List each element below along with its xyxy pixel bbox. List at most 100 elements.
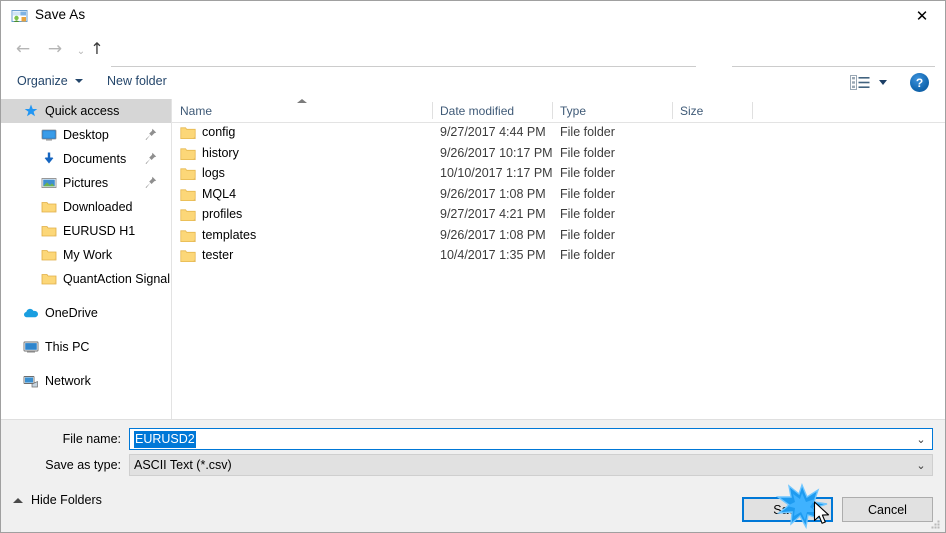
save-button[interactable]: Save [742, 497, 833, 522]
title-bar: Save As ✕ [1, 1, 945, 31]
cell-type: File folder [560, 248, 615, 262]
this-pc-icon [23, 341, 39, 353]
folder-icon-wrap [41, 223, 57, 239]
pictures-icon-wrap [41, 175, 57, 191]
sidebar-item-quick-access[interactable]: Quick access [1, 99, 171, 123]
close-icon: ✕ [915, 6, 929, 25]
content-area: Quick access Desktop Documents Pictures Down… [1, 99, 945, 419]
file-name-input[interactable]: EURUSD2 ⌄ [129, 428, 933, 450]
back-button[interactable]: ← [13, 39, 33, 59]
save-as-type-value: ASCII Text (*.csv) [134, 458, 232, 472]
sidebar-group-spacer [1, 325, 171, 335]
chevron-down-icon: ⌄ [76, 46, 86, 57]
sidebar-item-desktop[interactable]: Desktop [1, 123, 171, 147]
pin-icon[interactable] [145, 152, 157, 165]
save-as-type-select[interactable]: ASCII Text (*.csv) ⌄ [129, 454, 933, 476]
cell-date: 9/27/2017 4:44 PM [440, 125, 546, 139]
cell-name: logs [202, 166, 225, 180]
documents-icon [44, 152, 54, 164]
navigation-bar: ← → ⌄ ↑ «❯Roaming❯MetaQuotes❯Terminal❯91… [1, 31, 945, 89]
network-icon-wrap [23, 373, 39, 389]
folder-icon [180, 229, 196, 242]
navigation-pane: Quick access Desktop Documents Pictures Down… [1, 99, 172, 419]
file-list-pane: Name Date modified Type Size config 9/27/201… [172, 99, 945, 419]
chevron-up-icon [13, 497, 23, 503]
network-icon [23, 376, 38, 388]
form-area: File name: EURUSD2 ⌄ Save as type: ASCII… [1, 419, 945, 491]
back-arrow-icon: ← [15, 38, 31, 59]
pin-icon[interactable] [145, 176, 157, 189]
pictures-icon [41, 178, 57, 188]
cancel-button[interactable]: Cancel [842, 497, 933, 522]
folder-icon [41, 250, 57, 261]
column-header-name[interactable]: Name [180, 104, 212, 118]
sidebar-item-label: Pictures [63, 176, 109, 190]
column-header-type[interactable]: Type [560, 104, 586, 118]
file-name-chevron-down-icon[interactable]: ⌄ [910, 429, 932, 449]
folder-icon [41, 202, 57, 213]
sidebar-item-label: QuantAction Signal [63, 272, 171, 286]
sidebar-item-label: OneDrive [45, 306, 98, 320]
cell-date: 9/26/2017 1:08 PM [440, 227, 546, 242]
table-row[interactable]: MQL4 9/26/2017 1:08 PM File folder [172, 185, 945, 206]
chevron-down-icon[interactable] [75, 79, 83, 83]
column-header-size[interactable]: Size [680, 104, 703, 118]
sidebar-item-quantaction-signal[interactable]: QuantAction Signal [1, 267, 171, 291]
desktop-icon-wrap [41, 127, 57, 143]
close-button[interactable]: ✕ [899, 1, 945, 31]
sidebar-item-network[interactable]: Network [1, 369, 171, 393]
desktop-icon [41, 129, 57, 141]
sidebar-group-spacer [1, 359, 171, 369]
cell-name: history [202, 145, 239, 160]
save-as-type-chevron-down-icon[interactable]: ⌄ [910, 455, 932, 475]
save-as-icon [11, 10, 28, 22]
table-row[interactable]: templates 9/26/2017 1:08 PM File folder [172, 226, 945, 247]
cell-type: File folder [560, 186, 615, 201]
table-row[interactable]: logs 10/10/2017 1:17 PM File folder [172, 164, 945, 185]
new-folder-button[interactable]: New folder [107, 74, 167, 88]
folder-icon [41, 226, 57, 237]
table-row[interactable]: tester 10/4/2017 1:35 PM File folder [172, 246, 945, 267]
folder-icon [180, 168, 196, 180]
file-name-value: EURUSD2 [134, 430, 196, 448]
sidebar-item-onedrive[interactable]: OneDrive [1, 301, 171, 325]
table-row[interactable]: profiles 9/27/2017 4:21 PM File folder [172, 205, 945, 226]
up-one-level-button[interactable]: ↑ [87, 39, 107, 59]
table-row[interactable]: config 9/27/2017 4:44 PM File folder [172, 123, 945, 144]
cell-date: 9/26/2017 1:08 PM [440, 186, 546, 201]
sidebar-item-pictures[interactable]: Pictures [1, 171, 171, 195]
cell-date: 10/4/2017 1:35 PM [440, 248, 546, 262]
view-options-chevron-down-icon[interactable] [879, 80, 887, 85]
table-row[interactable]: history 9/26/2017 10:17 PM File folder [172, 144, 945, 165]
column-header-date-modified[interactable]: Date modified [440, 104, 514, 118]
folder-icon [41, 274, 57, 285]
star-icon [24, 104, 38, 117]
folder-icon [180, 127, 196, 139]
cell-type: File folder [560, 145, 615, 160]
onedrive-icon-wrap [23, 305, 39, 321]
cell-date: 9/27/2017 4:21 PM [440, 207, 546, 221]
hide-folders-button[interactable]: Hide Folders [13, 493, 102, 507]
window-title: Save As [35, 7, 86, 22]
forward-button[interactable]: → [45, 39, 65, 59]
organize-button[interactable]: Organize [17, 74, 68, 88]
help-button[interactable]: ? [910, 73, 929, 92]
view-layout-icon[interactable] [850, 75, 870, 90]
cell-name: MQL4 [202, 186, 237, 201]
forward-arrow-icon: → [47, 38, 63, 59]
sidebar-item-eurusd-h1[interactable]: EURUSD H1 [1, 219, 171, 243]
save-as-type-label: Save as type: [45, 458, 121, 472]
sidebar-item-my-work[interactable]: My Work [1, 243, 171, 267]
folder-icon [180, 209, 196, 221]
resize-grip[interactable] [929, 517, 942, 530]
sidebar-item-this-pc[interactable]: This PC [1, 335, 171, 359]
star-icon-wrap [23, 103, 39, 119]
sidebar-item-documents[interactable]: Documents [1, 147, 171, 171]
pin-icon[interactable] [145, 128, 157, 141]
sidebar-item-downloaded[interactable]: Downloaded [1, 195, 171, 219]
file-rows: config 9/27/2017 4:44 PM File folder histor… [172, 123, 945, 267]
sidebar-item-label: Network [45, 374, 91, 388]
folder-icon-wrap [41, 271, 57, 287]
folder-icon-wrap [41, 247, 57, 263]
folder-icon [180, 147, 196, 160]
